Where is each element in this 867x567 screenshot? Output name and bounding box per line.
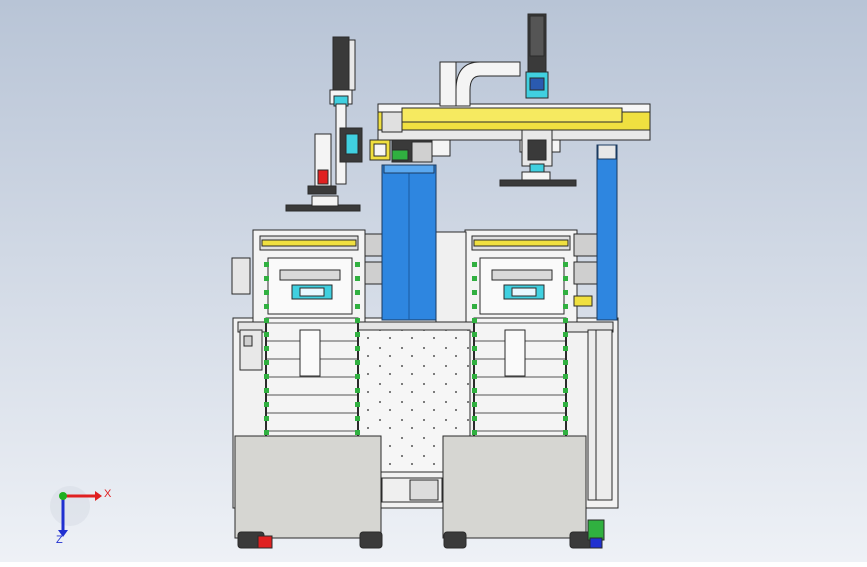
sensor-stud (563, 262, 568, 267)
sensor-stud (472, 360, 477, 365)
sensor-stud (563, 360, 568, 365)
sensor-stud (563, 388, 568, 393)
cad-drawing: X Z (0, 0, 867, 562)
sensor-stud (264, 318, 269, 323)
sensor-stud (355, 402, 360, 407)
sensor-stud (472, 416, 477, 421)
sensor-stud (472, 276, 477, 281)
sensor-stud (264, 402, 269, 407)
z-axis-label: Z (56, 534, 63, 546)
sensor-stud (355, 262, 360, 267)
right-cabinet (442, 435, 587, 539)
sensor-stud (472, 430, 477, 435)
sensor-stud (563, 304, 568, 309)
sensor-stud (264, 304, 269, 309)
sensor-stud (264, 388, 269, 393)
sensor-stud (472, 304, 477, 309)
right-blue-column (596, 144, 618, 321)
sensor-stud (472, 290, 477, 295)
sensor-stud (355, 430, 360, 435)
sensor-stud (563, 332, 568, 337)
sensor-stud (355, 318, 360, 323)
sensor-stud (264, 276, 269, 281)
sensor-stud (355, 332, 360, 337)
sensor-stud (563, 318, 568, 323)
sensor-stud (472, 346, 477, 351)
sensor-stud (472, 318, 477, 323)
sensor-stud (472, 332, 477, 337)
left-axis-motor (332, 36, 350, 96)
sensor-stud (472, 374, 477, 379)
left-cabinet (234, 435, 382, 539)
sensor-stud (355, 374, 360, 379)
sensor-stud (472, 388, 477, 393)
sensor-stud (563, 290, 568, 295)
cad-viewport[interactable]: X Z (0, 0, 867, 562)
x-axis-label: X (104, 488, 112, 500)
sensor-stud (264, 332, 269, 337)
sensor-stud (264, 360, 269, 365)
sensor-stud (264, 430, 269, 435)
sensor-stud (355, 360, 360, 365)
sensor-stud (355, 346, 360, 351)
sensor-stud (563, 416, 568, 421)
sensor-stud (355, 290, 360, 295)
sensor-stud (355, 304, 360, 309)
sensor-stud (563, 346, 568, 351)
sensor-stud (472, 402, 477, 407)
sensor-stud (563, 374, 568, 379)
sensor-stud (264, 290, 269, 295)
sensor-stud (563, 402, 568, 407)
sensor-stud (355, 388, 360, 393)
sensor-stud (264, 262, 269, 267)
right-gripper-plate (499, 179, 577, 187)
sensor-stud (563, 276, 568, 281)
sensor-stud (355, 416, 360, 421)
sensor-stud (264, 346, 269, 351)
sensor-stud (264, 374, 269, 379)
sensor-stud (264, 416, 269, 421)
sensor-stud (563, 430, 568, 435)
sensor-stud (355, 276, 360, 281)
sensor-stud (472, 262, 477, 267)
